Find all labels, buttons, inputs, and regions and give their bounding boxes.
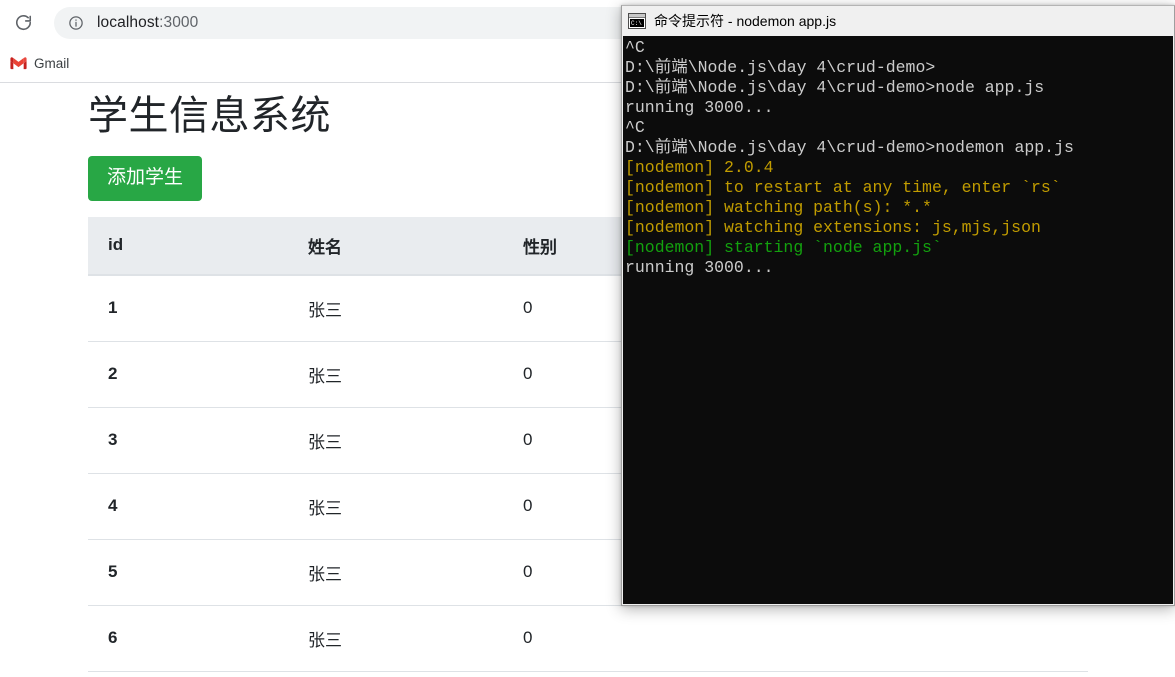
url-host: localhost [97, 13, 160, 31]
cmd-icon-titlebar [629, 14, 645, 18]
bookmark-gmail[interactable]: Gmail [4, 51, 77, 77]
cmd-line: [nodemon] watching path(s): *.* [625, 198, 932, 217]
column-header-id: id [88, 216, 288, 276]
cmd-line: [nodemon] watching extensions: js,mjs,js… [625, 218, 1041, 237]
cmd-console-icon: C:\ [628, 13, 646, 29]
cell-name: 张三 [288, 605, 503, 672]
gmail-icon [10, 55, 27, 72]
cell-name: 张三 [288, 274, 503, 342]
cell-gender: 0 [503, 605, 718, 672]
reload-icon [14, 13, 33, 32]
cell-name: 张三 [288, 539, 503, 606]
cmd-icon-prompt: C:\ [630, 19, 644, 27]
cmd-line: D:\前端\Node.js\day 4\crud-demo>nodemon ap… [625, 138, 1074, 157]
cmd-line: [nodemon] 2.0.4 [625, 158, 774, 177]
cell-id: 3 [88, 407, 288, 474]
cmd-line: running 3000... [625, 98, 774, 117]
cmd-line: running 3000... [625, 258, 774, 277]
command-prompt-window[interactable]: C:\ 命令提示符 - nodemon app.js ^C D:\前端\Node… [621, 5, 1175, 606]
cmd-titlebar[interactable]: C:\ 命令提示符 - nodemon app.js [622, 6, 1174, 36]
cell-id: 2 [88, 341, 288, 408]
cmd-output-area[interactable]: ^C D:\前端\Node.js\day 4\crud-demo> D:\前端\… [623, 36, 1173, 604]
cmd-line: [nodemon] to restart at any time, enter … [625, 178, 1061, 197]
cell-name: 张三 [288, 407, 503, 474]
reload-button[interactable] [6, 6, 40, 40]
cell-id: 1 [88, 274, 288, 342]
column-header-name: 姓名 [288, 216, 503, 276]
cell-id: 6 [88, 605, 288, 672]
cell-id: 4 [88, 473, 288, 540]
cmd-line: D:\前端\Node.js\day 4\crud-demo>node app.j… [625, 78, 1045, 97]
cmd-line: D:\前端\Node.js\day 4\crud-demo> [625, 58, 936, 77]
cmd-line: ^C [625, 38, 645, 57]
cmd-window-title: 命令提示符 - nodemon app.js [654, 13, 837, 29]
add-student-button[interactable]: 添加学生 [88, 156, 203, 201]
cmd-line: ^C [625, 118, 645, 137]
bookmark-label: Gmail [34, 56, 70, 71]
cell-name: 张三 [288, 341, 503, 408]
cmd-line: [nodemon] starting `node app.js` [625, 238, 942, 257]
url-text: localhost:3000 [97, 14, 198, 32]
cell-name: 张三 [288, 473, 503, 540]
cell-actions[interactable] [718, 605, 1088, 672]
cell-id: 5 [88, 539, 288, 606]
table-row[interactable]: 6 张三 0 [88, 605, 1088, 672]
info-circle-icon[interactable] [67, 14, 85, 32]
url-port: :3000 [159, 13, 199, 31]
